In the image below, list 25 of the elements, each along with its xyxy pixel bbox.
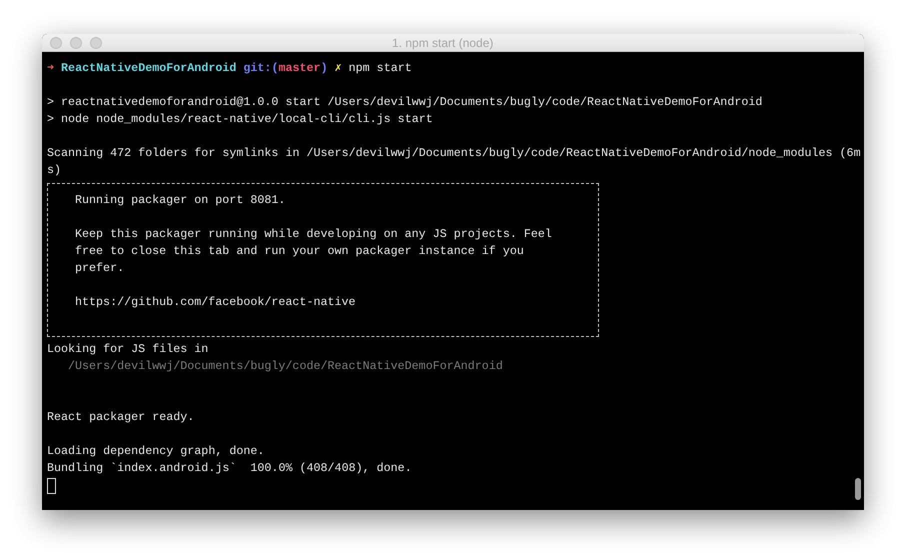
terminal-line: Bundling `index.android.js` 100.0% (408/408), done. xyxy=(47,461,412,475)
prompt-arrow: ➜ xyxy=(47,60,54,77)
terminal-line: Running packager on port 8081. xyxy=(75,193,286,207)
terminal-line: Loading dependency graph, done. xyxy=(47,444,264,458)
terminal-line: React packager ready. xyxy=(47,410,194,424)
git-branch: git:(master) xyxy=(243,60,328,77)
terminal-line: Scanning 472 folders for symlinks in /Users/devilwwj/Documents/bugly/code/ReactNativeDemoForAndroid/node_modules (6m xyxy=(47,146,861,160)
terminal-line: free to close this tab and run your own packager instance if you xyxy=(75,244,524,258)
terminal-line: Keep this packager running while developing on any JS projects. Feel xyxy=(75,227,552,241)
terminal-line: > reactnativedemoforandroid@1.0.0 start /Users/devilwwj/Documents/bugly/code/ReactNativeDemoForAndroid xyxy=(47,95,762,109)
zoom-button[interactable] xyxy=(90,36,102,48)
minimize-button[interactable] xyxy=(70,36,82,48)
command-text: npm start xyxy=(348,60,412,77)
terminal-line: Looking for JS files in xyxy=(47,342,208,356)
terminal-line: > node node_modules/react-native/local-cli/cli.js start xyxy=(47,112,433,126)
terminal-line: /Users/devilwwj/Documents/bugly/code/ReactNativeDemoForAndroid xyxy=(68,359,503,373)
terminal-line: prefer. xyxy=(75,261,124,275)
scrollbar-thumb xyxy=(855,478,861,500)
text-cursor xyxy=(47,478,56,494)
close-button[interactable] xyxy=(50,36,62,48)
terminal-line: s) xyxy=(47,163,62,177)
directory-name: ReactNativeDemoForAndroid xyxy=(61,60,236,77)
terminal-line: https://github.com/facebook/react-native xyxy=(75,295,356,309)
window-title: 1. npm start (node) xyxy=(392,34,494,52)
dirty-mark: ✗ xyxy=(334,60,342,77)
